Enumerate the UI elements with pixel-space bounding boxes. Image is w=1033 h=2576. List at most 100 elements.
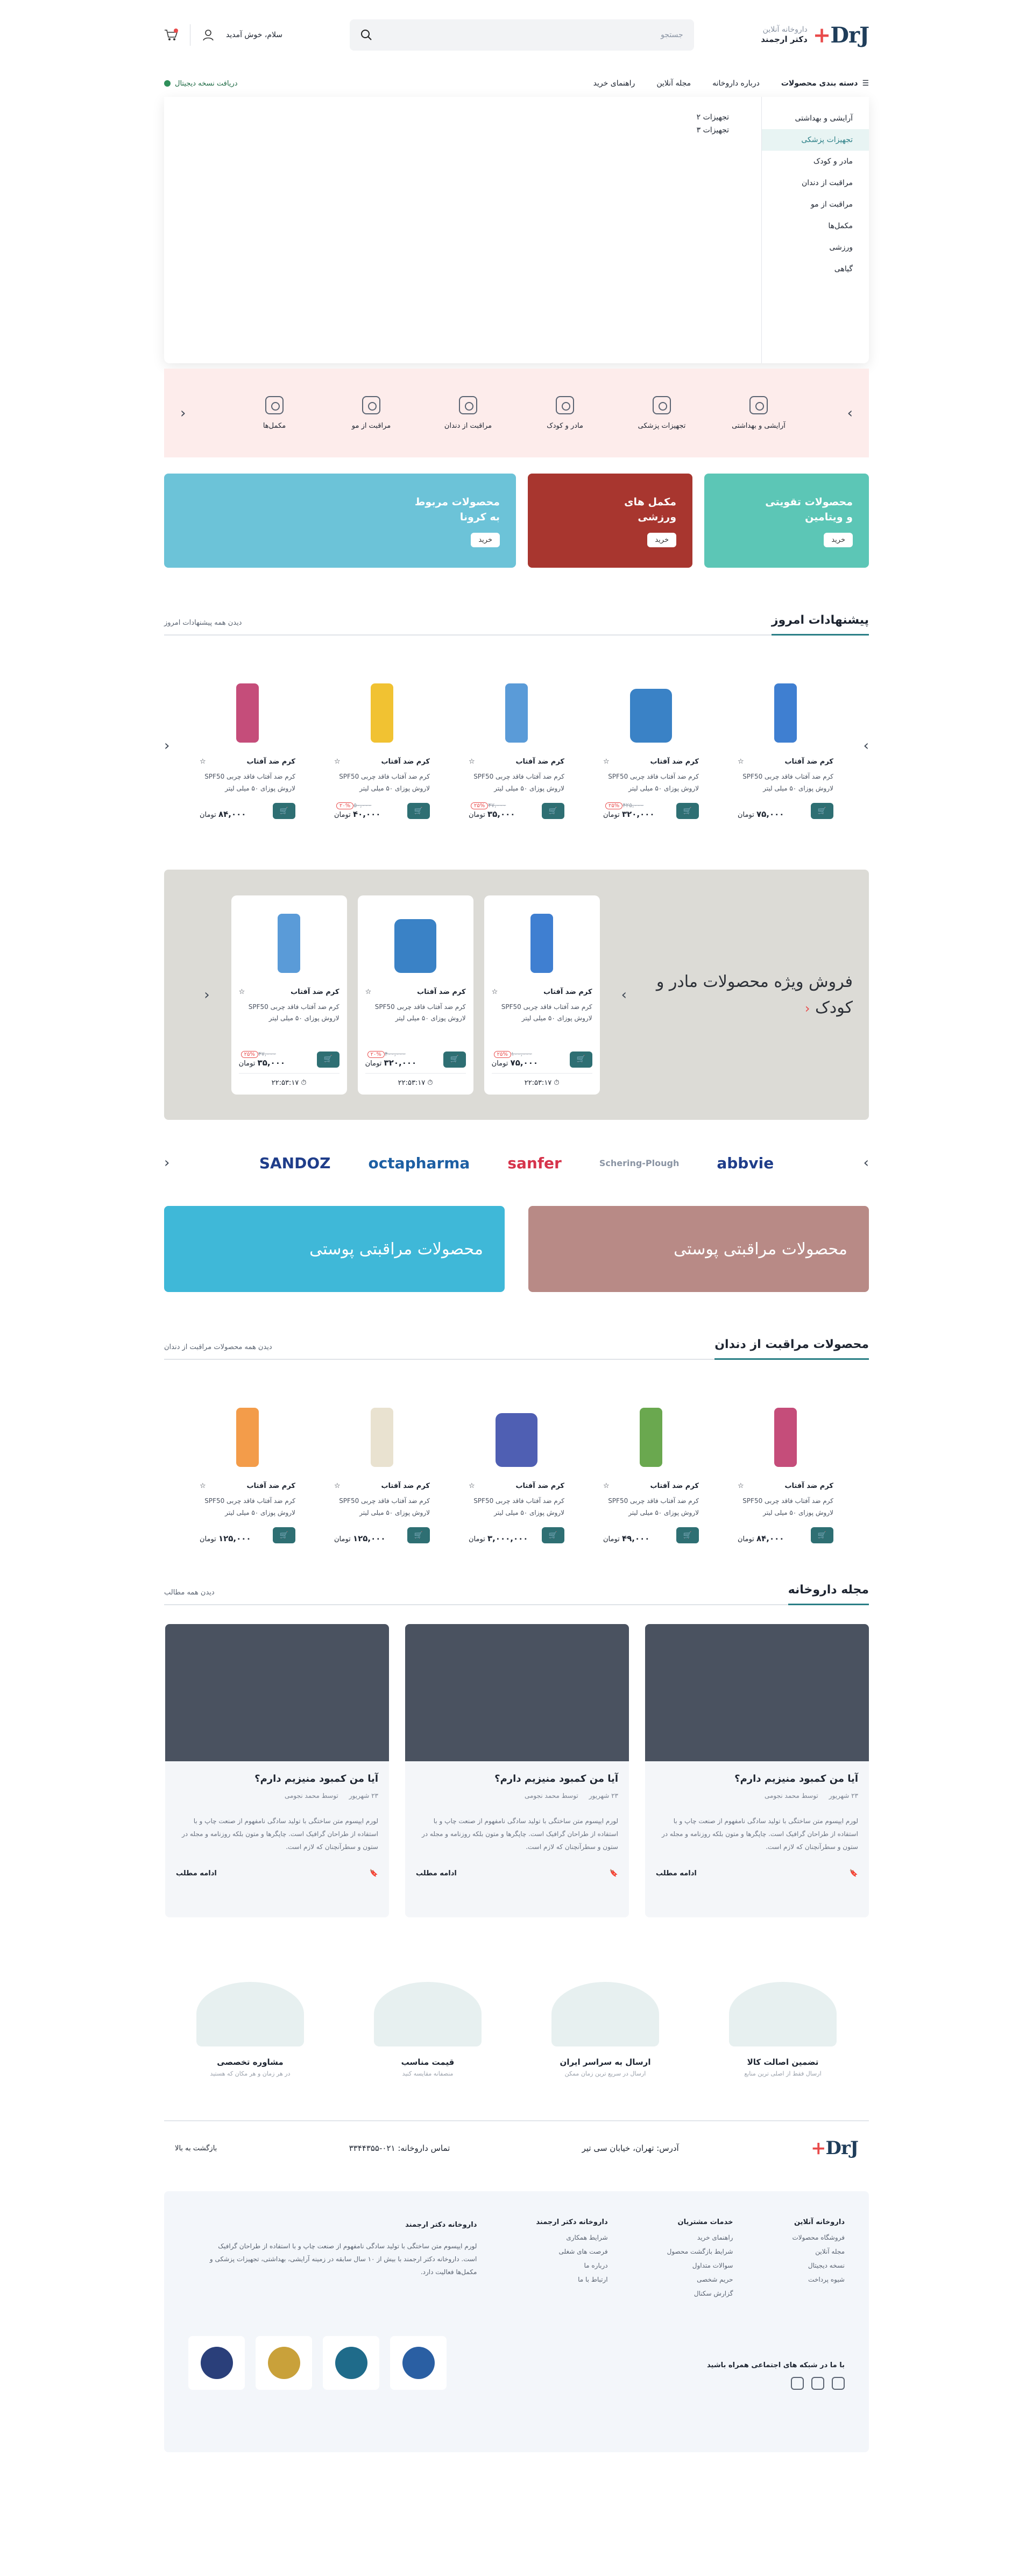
product-name[interactable]: کرم ضد آفتاب [784, 758, 833, 766]
footer-link[interactable]: ارتباط با ما [536, 2276, 608, 2283]
see-all-link[interactable]: دیدن همه مطالب [164, 1589, 215, 1597]
footer-link[interactable]: گزارش سکنال [667, 2290, 733, 2297]
mega-subitem[interactable]: تجهیزات ۳ [164, 126, 729, 135]
phone[interactable]: تماس داروخانه: ۰۲۱-۳۳۴۴۳۵۵ [349, 2143, 450, 2153]
product-name[interactable]: کرم ضد آفتاب [650, 758, 699, 766]
search-input[interactable]: جستجو [349, 19, 694, 51]
bookmark-icon[interactable]: 🔖 [370, 1869, 378, 1878]
product-image[interactable] [603, 1397, 699, 1467]
mega-item[interactable]: گیاهی [762, 258, 869, 280]
product-name[interactable]: کرم ضد آفتاب [246, 758, 295, 766]
product-image[interactable] [603, 673, 699, 743]
ministry-badge[interactable] [188, 2336, 245, 2390]
promo-button[interactable]: خرید [824, 532, 853, 547]
twitter-icon[interactable] [811, 2377, 824, 2390]
footer-link[interactable]: شیوه پرداخت [792, 2276, 845, 2283]
add-to-cart-button[interactable]: 🛒 [542, 803, 564, 819]
footer-link[interactable]: شرایط همکاری [536, 2234, 607, 2241]
promo-banner[interactable]: محصولات مربوط به کرونا خرید [164, 474, 516, 568]
skin-banner[interactable]: محصولات مراقبتی پوستی [164, 1206, 505, 1292]
read-more-link[interactable]: ادامه مطلب [176, 1869, 217, 1878]
mega-item-active[interactable]: تجهیزات پزشکی [762, 129, 869, 151]
brand-logo[interactable]: SANDOZ [259, 1154, 331, 1172]
mega-item[interactable]: مراقبت از دندان [762, 172, 869, 194]
star-icon[interactable]: ☆ [738, 758, 744, 766]
add-to-cart-button[interactable]: 🛒 [811, 1527, 833, 1543]
promo-button[interactable]: خرید [471, 532, 500, 547]
product-name[interactable]: کرم ضد آفتاب [515, 1482, 564, 1490]
nav-magazine[interactable]: مجله آنلاین [656, 79, 691, 88]
product-image[interactable] [469, 673, 564, 743]
user-greeting[interactable]: سلام، خوش آمدید [226, 31, 282, 39]
footer-link[interactable]: مجله آنلاین [792, 2248, 845, 2255]
product-name[interactable]: کرم ضد آفتاب [543, 988, 592, 996]
enamad-badge[interactable] [390, 2336, 447, 2390]
star-icon[interactable]: ☆ [469, 1482, 475, 1490]
product-name[interactable]: کرم ضد آفتاب [246, 1482, 295, 1490]
brand-logo[interactable]: octapharma [368, 1154, 470, 1172]
add-to-cart-button[interactable]: 🛒 [443, 1051, 466, 1068]
product-card[interactable]: کرم ضد آفتاب ☆ کرم ضد آفتاب فاقد چربی SPF… [192, 665, 303, 827]
star-icon[interactable]: ☆ [334, 1482, 341, 1490]
star-icon[interactable]: ☆ [603, 758, 610, 766]
footer-link[interactable]: فروشگاه محصولات [792, 2234, 845, 2241]
read-more-link[interactable]: ادامه مطلب [416, 1869, 457, 1878]
nav-guide[interactable]: راهنمای خرید [593, 79, 635, 88]
product-image[interactable] [334, 1397, 430, 1467]
category-item[interactable]: مراقبت از مو [342, 396, 401, 430]
blog-card[interactable]: آیا من کمبود منیزیم دارم؟ ۲۳ شهریور توسط … [405, 1624, 629, 1917]
product-name[interactable]: کرم ضد آفتاب [381, 758, 430, 766]
promo-button[interactable]: خرید [647, 532, 676, 547]
product-image[interactable] [738, 1397, 833, 1467]
bookmark-icon[interactable]: 🔖 [610, 1869, 618, 1878]
footer-link[interactable]: سوالات متداول [667, 2262, 733, 2269]
add-to-cart-button[interactable]: 🛒 [676, 803, 699, 819]
star-icon[interactable]: ☆ [365, 988, 372, 996]
blog-title[interactable]: آیا من کمبود منیزیم دارم؟ [405, 1761, 629, 1784]
digital-prescription[interactable]: دریافت نسخه دیجیتال [164, 80, 238, 88]
product-name[interactable]: کرم ضد آفتاب [784, 1482, 833, 1490]
add-to-cart-button[interactable]: 🛒 [273, 803, 295, 819]
add-to-cart-button[interactable]: 🛒 [676, 1527, 699, 1543]
user-icon[interactable] [202, 29, 214, 41]
product-card[interactable]: کرم ضد آفتاب ☆ کرم ضد آفتاب فاقد چربی SPF… [730, 665, 841, 827]
chevron-right-icon[interactable]: › [847, 405, 853, 421]
product-name[interactable]: کرم ضد آفتاب [515, 758, 564, 766]
blog-image[interactable] [645, 1624, 869, 1761]
read-more-link[interactable]: ادامه مطلب [656, 1869, 697, 1878]
categories-menu[interactable]: ☰ دسته بندی محصولات [781, 79, 869, 88]
product-card[interactable]: کرم ضد آفتاب ☆ کرم ضد آفتاب فاقد چربی SPF… [596, 665, 706, 827]
brand-logo[interactable]: Schering-Plough [599, 1158, 680, 1168]
blog-image[interactable] [405, 1624, 629, 1761]
footer-link[interactable]: شرایط بازگشت محصول [667, 2248, 733, 2255]
product-card[interactable]: کرم ضد آفتاب ☆ کرم ضد آفتاب فاقد چربی SPF… [596, 1389, 706, 1551]
add-to-cart-button[interactable]: 🛒 [542, 1527, 564, 1543]
product-card[interactable]: کرم ضد آفتاب ☆ کرم ضد آفتاب فاقد چربی SPF… [357, 895, 473, 1095]
product-name[interactable]: کرم ضد آفتاب [650, 1482, 699, 1490]
product-name[interactable]: کرم ضد آفتاب [417, 988, 466, 996]
bookmark-icon[interactable]: 🔖 [850, 1869, 858, 1878]
samandehi-badge[interactable] [256, 2336, 312, 2390]
logo[interactable]: DrJ+ داروخانه آنلاین دکتر ارجمند [761, 23, 869, 48]
mega-item[interactable]: مکمل‌ها [762, 215, 869, 237]
product-image[interactable] [200, 673, 295, 743]
linkedin-icon[interactable] [832, 2377, 845, 2390]
star-icon[interactable]: ☆ [738, 1482, 744, 1490]
chevron-left-icon[interactable]: ‹ [204, 987, 209, 1003]
blog-card[interactable]: آیا من کمبود منیزیم دارم؟ ۲۳ شهریور توسط … [165, 1624, 389, 1917]
brand-logo[interactable]: abbvie [717, 1154, 774, 1172]
product-card[interactable]: کرم ضد آفتاب ☆ کرم ضد آفتاب فاقد چربی SPF… [327, 665, 437, 827]
chevron-right-icon[interactable]: › [621, 987, 627, 1003]
category-item[interactable]: آرایشی و بهداشتی [729, 396, 788, 430]
product-image[interactable] [469, 1397, 564, 1467]
promo-banner[interactable]: محصولات تقویتی و ویتامین خرید [704, 474, 869, 568]
chevron-right-icon[interactable]: › [864, 1155, 869, 1171]
nav-about[interactable]: درباره داروخانه [712, 79, 760, 88]
product-card[interactable]: کرم ضد آفتاب ☆ کرم ضد آفتاب فاقد چربی SPF… [730, 1389, 841, 1551]
see-all-link[interactable]: دیدن همه محصولات مراقبت از دندان [164, 1343, 272, 1351]
mega-item[interactable]: آرایشی و بهداشتی [762, 108, 869, 129]
star-icon[interactable]: ☆ [492, 988, 498, 996]
footer-link[interactable]: نسخه دیجیتال [792, 2262, 845, 2269]
add-to-cart-button[interactable]: 🛒 [407, 803, 430, 819]
back-to-top[interactable]: بازگشت به بالا [175, 2144, 217, 2152]
